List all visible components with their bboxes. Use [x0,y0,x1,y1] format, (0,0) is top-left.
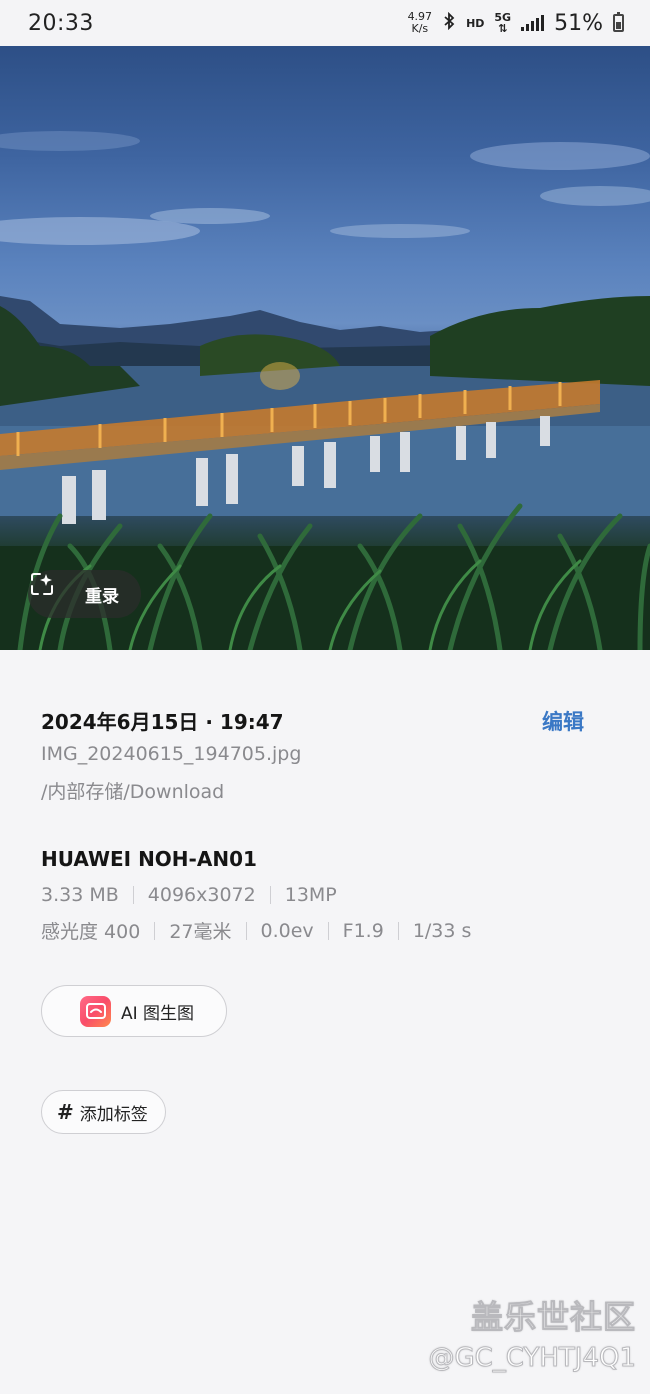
add-tag-button[interactable]: # 添加标签 [41,1090,166,1134]
exif-row: 感光度 400 27毫米 0.0ev F1.9 1/33 s [41,917,471,944]
photo-details-panel: 2024年6月15日 · 19:47 编辑 IMG_20240615_19470… [0,650,650,1394]
hd-indicator: HD [466,16,485,30]
divider [132,886,134,904]
photo-viewer[interactable]: 重录 [0,46,650,650]
divider [327,921,329,940]
exposure-value: 0.0ev [260,919,314,942]
sparkle-frame-icon [31,573,73,608]
file-path: /内部存储/Download [41,781,225,803]
status-time: 20:33 [28,10,94,36]
megapixels: 13MP [284,884,337,906]
signal-icon [521,15,545,31]
ai-image-button[interactable]: AI 图生图 [41,985,227,1037]
add-tag-label: 添加标签 [79,1104,148,1125]
ai-image-label: AI 图生图 [121,1003,195,1024]
bluetooth-icon [442,11,456,34]
photo-image [0,131,650,650]
network-speed-unit: K/s [411,22,429,35]
image-resolution: 4096x3072 [147,884,256,906]
status-icons: 4.97 K/s HD 5G ⇅ 51% [408,11,624,36]
focal-length: 27毫米 [169,921,232,943]
divider [154,921,156,940]
file-info-row: 3.33 MB 4096x3072 13MP [41,884,337,906]
battery-icon [613,12,624,32]
divider [245,921,247,940]
capture-datetime: 2024年6月15日 · 19:47 [41,710,284,734]
edit-button[interactable]: 编辑 [542,706,584,736]
aperture-value: F1.9 [342,919,384,942]
hashtag-icon: # [57,1100,74,1124]
status-bar: 20:33 4.97 K/s HD 5G ⇅ 51% [0,0,650,46]
divider [269,886,271,904]
iso-value: 感光度 400 [41,921,141,943]
file-size: 3.33 MB [41,884,119,906]
shutter-speed: 1/33 s [412,919,472,942]
file-name: IMG_20240615_194705.jpg [41,743,302,765]
battery-percent: 51% [554,10,603,36]
device-model: HUAWEI NOH-AN01 [41,847,257,871]
network-speed: 4.97 K/s [408,11,433,35]
rerecord-label: 重录 [85,586,119,607]
watermark-community: 盖乐世社区 [470,1298,636,1337]
divider [397,921,399,940]
watermark-user: @GC_CYHTJ4Q1 [428,1343,637,1374]
rerecord-button[interactable]: 重录 [28,570,141,618]
ai-app-icon [80,995,111,1027]
data-arrows-icon: ⇅ [498,22,508,35]
network-type: 5G ⇅ [494,12,511,34]
